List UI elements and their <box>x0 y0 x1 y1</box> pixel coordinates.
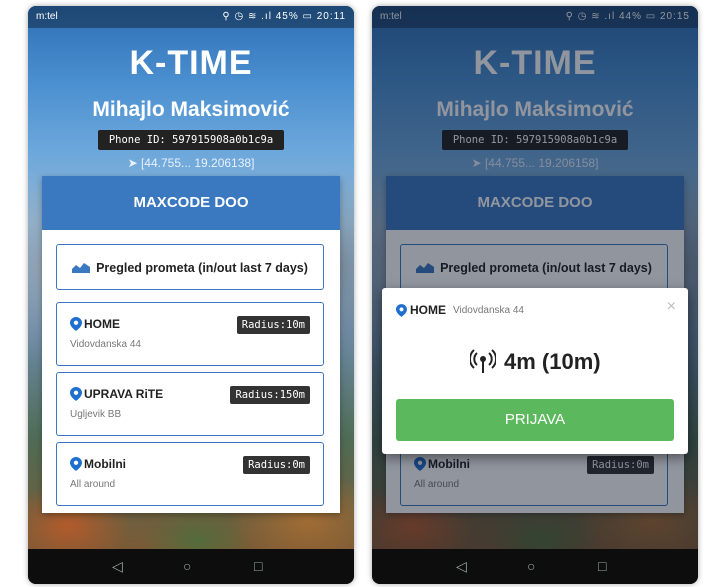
status-bar: m:tel ⚲ ◷ ≋ .ıl 45% ▭ 20:11 <box>28 6 354 28</box>
location-address: Vidovdanska 44 <box>70 339 141 350</box>
back-icon[interactable]: ◁ <box>456 558 467 575</box>
signal-tower-icon <box>470 349 496 373</box>
location-address: All around <box>70 479 116 490</box>
distance-readout: 4m (10m) <box>504 349 601 374</box>
map-pin-icon <box>70 317 82 331</box>
map-pin-icon <box>70 457 82 471</box>
location-item-mobilni[interactable]: Mobilni Radius:0m All around <box>56 442 324 506</box>
recents-icon[interactable]: □ <box>598 558 606 574</box>
gps-coordinates: ➤ [44.755... 19.206138] <box>127 156 255 170</box>
location-item-uprava-rite[interactable]: UPRAVA RiTE Radius:150m Ugljevik BB <box>56 372 324 436</box>
android-nav-bar: ◁ ○ □ <box>372 549 698 584</box>
location-name: UPRAVA RiTE <box>84 387 164 401</box>
radius-badge: Radius:150m <box>230 386 310 404</box>
phone-screen-right: m:tel ⚲ ◷ ≋ .ıl 44% ▭ 20:15 K-TIME Mihaj… <box>372 6 698 584</box>
company-name: MAXCODE DOO <box>42 176 340 230</box>
checkin-modal: HOME Vidovdanska 44 × 4m (10m) PRIJAVA <box>382 288 688 454</box>
radius-badge: Radius:0m <box>243 456 310 474</box>
home-icon[interactable]: ○ <box>527 558 535 574</box>
recents-icon[interactable]: □ <box>254 558 262 574</box>
map-pin-icon <box>396 304 407 317</box>
modal-location-address: Vidovdanska 44 <box>453 305 524 316</box>
area-chart-icon <box>72 263 91 273</box>
location-name: Mobilni <box>84 457 126 471</box>
location-address: Ugljevik BB <box>70 409 122 420</box>
phone-id-badge: Phone ID: 597915908a0b1c9a <box>98 130 284 150</box>
map-pin-icon <box>70 387 82 401</box>
location-item-home[interactable]: HOME Radius:10m Vidovdanska 44 <box>56 302 324 366</box>
radius-badge: Radius:10m <box>236 316 310 334</box>
phone-screen-left: m:tel ⚲ ◷ ≋ .ıl 45% ▭ 20:11 K-TIME Mihaj… <box>28 6 354 584</box>
location-name: HOME <box>84 317 120 331</box>
user-name: Mihajlo Maksimović <box>92 98 290 121</box>
status-icons: ⚲ ◷ ≋ .ıl 45% ▭ 20:11 <box>222 11 346 22</box>
company-card: MAXCODE DOO Pregled prometa (in/out last… <box>42 176 340 513</box>
modal-backdrop[interactable] <box>372 6 698 549</box>
app-title: K-TIME <box>129 44 253 82</box>
carrier-label: m:tel <box>36 11 58 22</box>
checkin-button[interactable]: PRIJAVA <box>396 399 674 441</box>
stats-button[interactable]: Pregled prometa (in/out last 7 days) <box>56 244 324 290</box>
home-icon[interactable]: ○ <box>183 558 191 574</box>
back-icon[interactable]: ◁ <box>112 558 123 575</box>
modal-location-name: HOME <box>410 303 446 317</box>
close-icon[interactable]: × <box>667 298 676 316</box>
location-arrow-icon: ➤ <box>127 156 141 170</box>
android-nav-bar: ◁ ○ □ <box>28 549 354 584</box>
